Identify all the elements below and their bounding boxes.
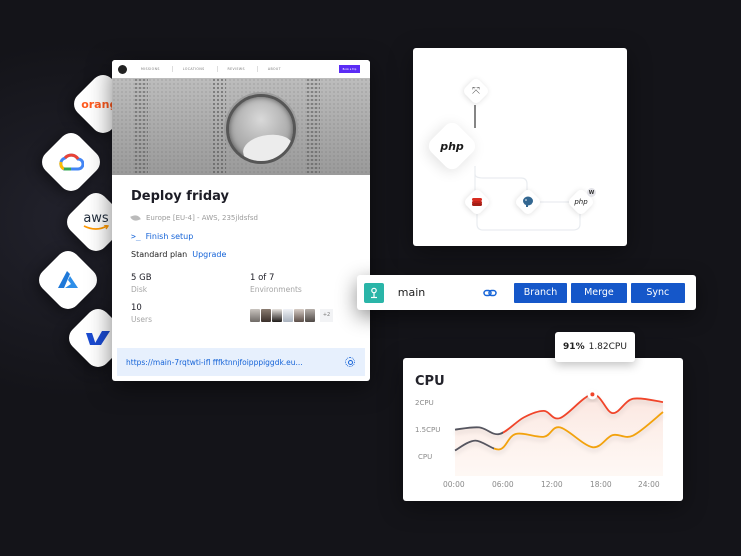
avatar xyxy=(305,308,315,322)
environment-url-bar: https://main-7rqtwti-ifl fffktnnjfoipppi… xyxy=(117,348,365,376)
provider-azure[interactable] xyxy=(34,246,102,314)
topology-diagram-card: ⤧ php php W xyxy=(413,48,627,246)
provider-google-cloud[interactable] xyxy=(37,128,105,196)
cpu-chart-card: CPU 2CPU 1.5CPU CPU 00:00 06:00 12:00 18… xyxy=(403,358,683,501)
site-cta-button[interactable]: Book a trip xyxy=(339,65,360,73)
aws-smile-icon xyxy=(83,225,109,230)
avatar xyxy=(250,308,260,322)
stat-disk-value: 5 GB xyxy=(131,273,152,283)
postgresql-icon xyxy=(523,196,533,207)
site-nav-missions[interactable]: MISSIONS xyxy=(141,66,173,72)
region-leaf-icon xyxy=(130,213,141,223)
x-tick-label: 18:00 xyxy=(590,480,612,489)
stat-disk: 5 GB Disk xyxy=(131,273,250,294)
link-icon[interactable] xyxy=(480,283,500,303)
ovh-icon xyxy=(86,331,110,345)
stat-environments-value: 1 of 7 xyxy=(250,273,275,283)
redis-worker-connector xyxy=(476,214,581,231)
stat-environments: 1 of 7 Environments xyxy=(250,273,351,294)
x-tick-label: 24:00 xyxy=(638,480,660,489)
avatar xyxy=(294,308,304,322)
site-nav-locations[interactable]: LOCATIONS xyxy=(183,66,218,72)
chart-tooltip: 91% 1.82CPU xyxy=(555,332,635,362)
app-node[interactable]: php xyxy=(425,119,479,173)
x-tick-label: 06:00 xyxy=(492,480,514,489)
branch-button[interactable]: Branch xyxy=(513,282,568,303)
azure-icon xyxy=(58,271,78,288)
gear-icon[interactable] xyxy=(345,357,355,367)
worker-badge: W xyxy=(587,188,596,197)
php-logo: php xyxy=(440,139,464,153)
plan-row: Standard plan Upgrade xyxy=(131,250,351,259)
sync-button[interactable]: Sync xyxy=(630,282,685,303)
terminal-icon: >_ xyxy=(131,232,141,241)
finish-setup-link[interactable]: >_ Finish setup xyxy=(131,232,351,241)
stat-environments-label: Environments xyxy=(250,285,302,294)
project-card: MISSIONS LOCATIONS REVIEWS ABOUT Book a … xyxy=(112,60,370,381)
tooltip-percent: 91% xyxy=(563,342,585,352)
plan-name: Standard plan xyxy=(131,250,188,259)
postgresql-node[interactable] xyxy=(513,187,543,217)
stat-users-label: Users xyxy=(131,315,153,324)
region-text: Europe [EU-4] - AWS, 235jldsfsd xyxy=(146,214,258,222)
project-title: Deploy friday xyxy=(131,189,229,204)
avatar xyxy=(261,308,271,322)
site-logo-icon xyxy=(118,64,127,74)
branch-name: main xyxy=(397,286,426,299)
finish-setup-label: Finish setup xyxy=(145,232,194,241)
stat-disk-label: Disk xyxy=(131,285,148,294)
site-hero-image xyxy=(112,78,370,175)
upgrade-link[interactable]: Upgrade xyxy=(192,250,226,259)
site-preview-nav: MISSIONS LOCATIONS REVIEWS ABOUT Book a … xyxy=(112,60,370,78)
google-cloud-icon xyxy=(59,153,84,171)
x-tick-label: 12:00 xyxy=(541,480,563,489)
redis-node[interactable] xyxy=(462,187,492,217)
site-nav-reviews[interactable]: REVIEWS xyxy=(228,66,258,72)
stat-users-value: 10 xyxy=(131,303,142,313)
porthole-image xyxy=(226,94,296,164)
merge-button[interactable]: Merge xyxy=(571,282,627,303)
router-node[interactable]: ⤧ xyxy=(461,76,491,106)
router-icon: ⤧ xyxy=(472,85,480,97)
environment-icon xyxy=(364,282,384,303)
avatar xyxy=(283,308,293,322)
site-nav-about[interactable]: ABOUT xyxy=(268,66,293,72)
aws-logo: aws xyxy=(83,211,109,226)
project-stats: 5 GB Disk 1 of 7 Environments 10 Users +… xyxy=(131,273,351,324)
avatar xyxy=(272,308,282,322)
project-region: Europe [EU-4] - AWS, 235jldsfsd xyxy=(130,213,351,223)
stat-users: 10 Users xyxy=(131,303,250,324)
environment-url-link[interactable]: https://main-7rqtwti-ifl fffktnnjfoipppi… xyxy=(126,358,345,367)
tooltip-value: 1.82CPU xyxy=(588,342,627,352)
worker-php-logo: php xyxy=(574,198,588,206)
highlight-point xyxy=(590,392,595,397)
x-tick-label: 00:00 xyxy=(443,480,465,489)
user-avatars[interactable]: +2 xyxy=(250,306,351,324)
avatars-more-count: +2 xyxy=(320,308,333,322)
branch-toolbar: main Branch Merge Sync xyxy=(357,275,696,310)
redis-icon xyxy=(472,198,482,206)
